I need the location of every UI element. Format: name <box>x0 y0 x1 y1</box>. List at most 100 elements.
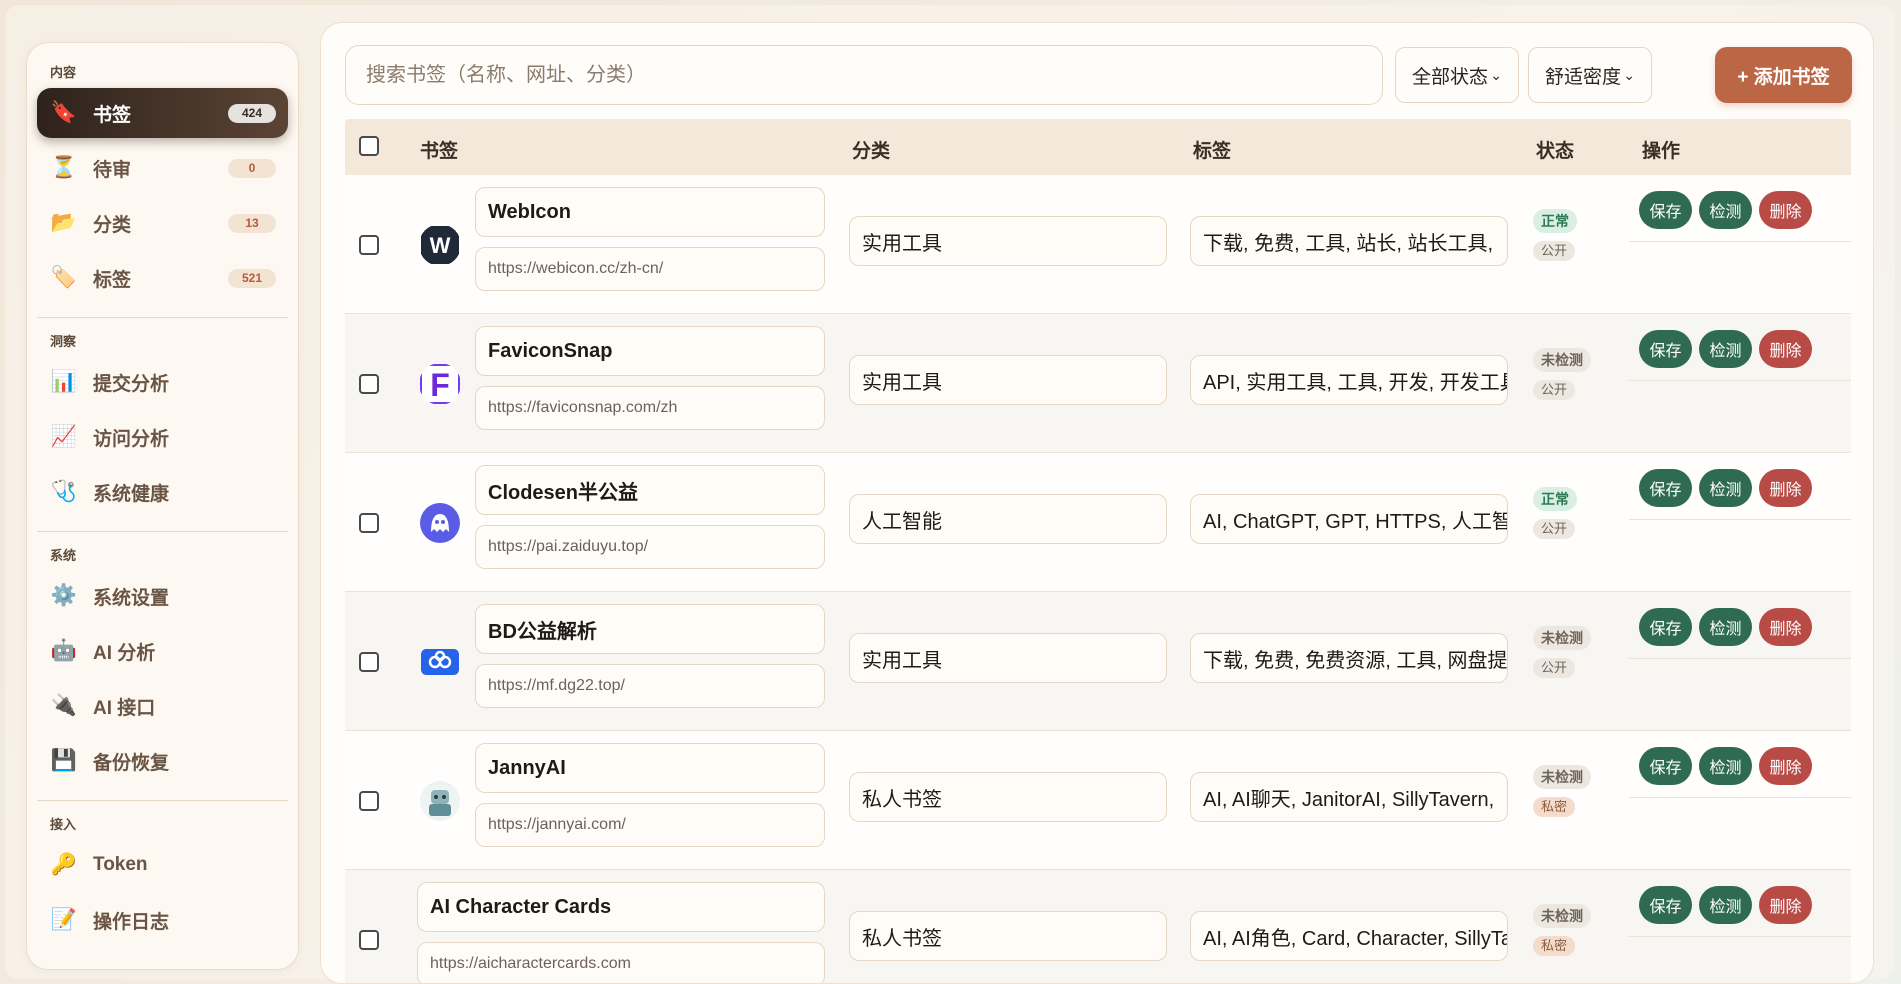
sidebar-item-tags[interactable]: 🏷️ 标签 521 <box>37 253 288 303</box>
category-input[interactable]: 人工智能 <box>849 494 1167 544</box>
check-button[interactable]: 检测 <box>1699 469 1752 507</box>
sidebar-item-backup-restore[interactable]: 💾 备份恢复 <box>37 736 288 786</box>
row-checkbox[interactable] <box>359 513 379 533</box>
save-button[interactable]: 保存 <box>1639 747 1692 785</box>
row-divider <box>1629 797 1851 798</box>
sidebar-item-ai-analysis[interactable]: 🤖 AI 分析 <box>37 626 288 676</box>
toolbar: 全部状态 ⌄ 舒适密度 ⌄ + 添加书签 <box>345 45 1852 105</box>
bookmark-name-input[interactable]: JannyAI <box>475 743 825 793</box>
sidebar-item-system-health[interactable]: 🩺 系统健康 <box>37 467 288 517</box>
check-button[interactable]: 检测 <box>1699 330 1752 368</box>
row-divider <box>1629 519 1851 520</box>
bookmark-url: https://faviconsnap.com/zh <box>488 399 678 416</box>
check-button[interactable]: 检测 <box>1699 608 1752 646</box>
row-checkbox[interactable] <box>359 374 379 394</box>
sidebar-item-pending[interactable]: ⏳ 待审 0 <box>37 143 288 193</box>
category-input[interactable]: 实用工具 <box>849 355 1167 405</box>
save-button[interactable]: 保存 <box>1639 191 1692 229</box>
category-input[interactable]: 实用工具 <box>849 633 1167 683</box>
delete-button[interactable]: 删除 <box>1759 747 1812 785</box>
sidebar-section-title: 内容 <box>50 65 77 80</box>
visibility-badge: 公开 <box>1533 658 1576 678</box>
bookmark-url-input[interactable]: https://aicharactercards.com <box>417 942 825 983</box>
tags-input[interactable]: AI, ChatGPT, GPT, HTTPS, 人工智能 <box>1190 494 1508 544</box>
category-value: 实用工具 <box>862 371 942 394</box>
sidebar-item-token[interactable]: 🔑 Token <box>37 840 288 890</box>
status-filter-select[interactable]: 全部状态 ⌄ <box>1395 47 1519 103</box>
delete-button[interactable]: 删除 <box>1759 469 1812 507</box>
check-button[interactable]: 检测 <box>1699 191 1752 229</box>
tags-input[interactable]: AI, AI角色, Card, Character, SillyTavern <box>1190 911 1508 961</box>
sidebar-item-label: 书签 <box>93 104 132 126</box>
search-input[interactable] <box>345 45 1383 105</box>
bookmark-url-input[interactable]: https://pai.zaiduyu.top/ <box>475 525 825 569</box>
check-button[interactable]: 检测 <box>1699 747 1752 785</box>
delete-button[interactable]: 删除 <box>1759 886 1812 924</box>
memo-icon: 📝 <box>50 908 78 931</box>
bookmark-url: https://webicon.cc/zh-cn/ <box>488 260 664 277</box>
table-row: AI Character Cards https://aicharacterca… <box>345 870 1851 983</box>
category-input[interactable]: 私人书签 <box>849 772 1167 822</box>
row-checkbox[interactable] <box>359 791 379 811</box>
row-checkbox[interactable] <box>359 652 379 672</box>
faviconsnap-logo-icon: F <box>419 363 461 405</box>
sidebar-section-title: 接入 <box>50 817 77 832</box>
bookmark-url-input[interactable]: https://jannyai.com/ <box>475 803 825 847</box>
bookmark-name-input[interactable]: WebIcon <box>475 187 825 237</box>
header-status: 状态 <box>1536 141 1575 162</box>
row-checkbox[interactable] <box>359 235 379 255</box>
visibility-badge: 公开 <box>1533 380 1576 400</box>
bookmark-icon: 🔖 <box>50 101 78 124</box>
bookmark-name-input[interactable]: FaviconSnap <box>475 326 825 376</box>
delete-button[interactable]: 删除 <box>1759 191 1812 229</box>
status-badge: 正常 <box>1533 487 1577 511</box>
sidebar-item-submit-analysis[interactable]: 📊 提交分析 <box>37 357 288 407</box>
sidebar-item-bookmarks[interactable]: 🔖 书签 424 <box>37 88 288 138</box>
stethoscope-icon: 🩺 <box>50 480 78 503</box>
visibility-badge: 私密 <box>1533 936 1576 956</box>
bookmark-name-input[interactable]: BD公益解析 <box>475 604 825 654</box>
save-button[interactable]: 保存 <box>1639 608 1692 646</box>
sidebar-section-title: 洞察 <box>50 334 77 349</box>
table-row: JannyAI https://jannyai.com/ 私人书签 AI, AI… <box>345 731 1851 870</box>
sidebar-item-ai-interface[interactable]: 🔌 AI 接口 <box>37 681 288 731</box>
category-value: 人工智能 <box>862 510 942 533</box>
tags-value: AI, AI角色, Card, Character, SillyTavern <box>1203 927 1507 950</box>
density-select[interactable]: 舒适密度 ⌄ <box>1528 47 1652 103</box>
row-checkbox[interactable] <box>359 930 379 950</box>
save-button[interactable]: 保存 <box>1639 469 1692 507</box>
select-all-checkbox[interactable] <box>359 136 379 156</box>
table-row: W WebIcon https://webicon.cc/zh-cn/ 实用工具… <box>345 175 1851 314</box>
bookmark-name-input[interactable]: Clodesen半公益 <box>475 465 825 515</box>
delete-button[interactable]: 删除 <box>1759 330 1812 368</box>
category-input[interactable]: 私人书签 <box>849 911 1167 961</box>
delete-button[interactable]: 删除 <box>1759 608 1812 646</box>
bookmark-name-input[interactable]: AI Character Cards <box>417 882 825 932</box>
bookmark-url-input[interactable]: https://webicon.cc/zh-cn/ <box>475 247 825 291</box>
save-button[interactable]: 保存 <box>1639 886 1692 924</box>
sidebar-item-label: 系统健康 <box>93 483 170 505</box>
add-bookmark-button[interactable]: + 添加书签 <box>1715 47 1852 103</box>
table-header: 书签 分类 标签 状态 操作 <box>345 119 1851 175</box>
sidebar-item-system-settings[interactable]: ⚙️ 系统设置 <box>37 571 288 621</box>
tags-input[interactable]: 下载, 免费, 工具, 站长, 站长工具, <box>1190 216 1508 266</box>
bookmark-url-input[interactable]: https://faviconsnap.com/zh <box>475 386 825 430</box>
sidebar-item-operation-log[interactable]: 📝 操作日志 <box>37 895 288 945</box>
bookmark-url-input[interactable]: https://mf.dg22.top/ <box>475 664 825 708</box>
webicon-logo-icon: W <box>419 224 461 266</box>
bookmark-name: WebIcon <box>488 200 571 223</box>
svg-text:W: W <box>430 233 451 258</box>
gear-icon: ⚙️ <box>50 584 78 607</box>
sidebar-item-label: 访问分析 <box>93 428 170 450</box>
sidebar-item-visit-analysis[interactable]: 📈 访问分析 <box>37 412 288 462</box>
check-button[interactable]: 检测 <box>1699 886 1752 924</box>
category-input[interactable]: 实用工具 <box>849 216 1167 266</box>
tags-input[interactable]: API, 实用工具, 工具, 开发, 开发工具 <box>1190 355 1508 405</box>
tags-input[interactable]: 下载, 免费, 免费资源, 工具, 网盘提取 <box>1190 633 1508 683</box>
tags-input[interactable]: AI, AI聊天, JanitorAI, SillyTavern, <box>1190 772 1508 822</box>
sidebar-item-categories[interactable]: 📂 分类 13 <box>37 198 288 248</box>
save-button[interactable]: 保存 <box>1639 330 1692 368</box>
chevron-down-icon: ⌄ <box>1490 66 1502 83</box>
header-category: 分类 <box>852 141 891 162</box>
floppy-disk-icon: 💾 <box>50 749 78 772</box>
